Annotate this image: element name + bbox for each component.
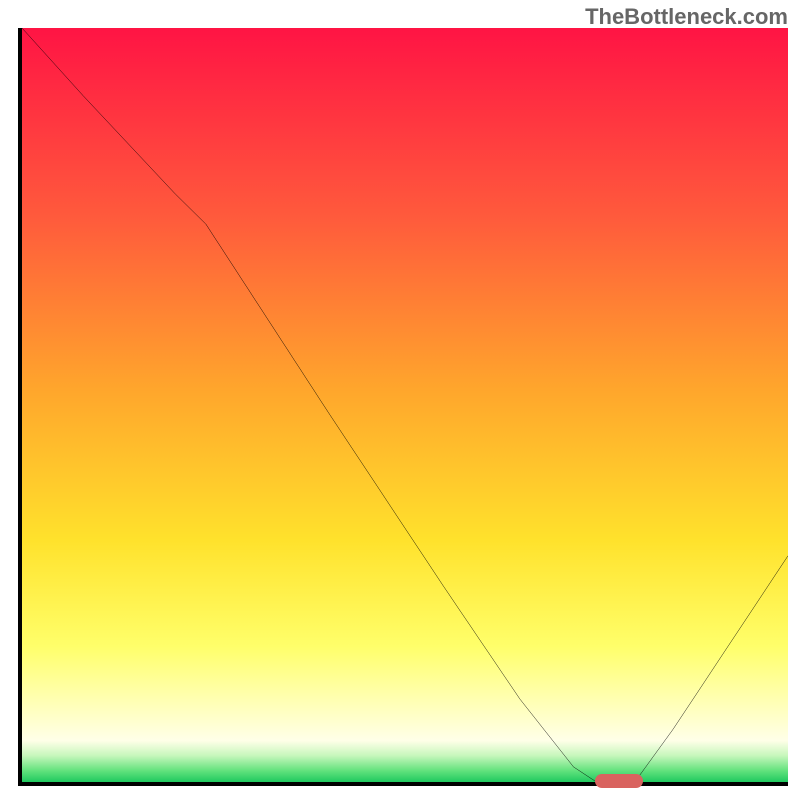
chart-plot-area xyxy=(18,28,788,786)
optimal-marker xyxy=(595,774,643,788)
watermark-text: TheBottleneck.com xyxy=(585,4,788,30)
chart-background-gradient xyxy=(22,28,788,782)
